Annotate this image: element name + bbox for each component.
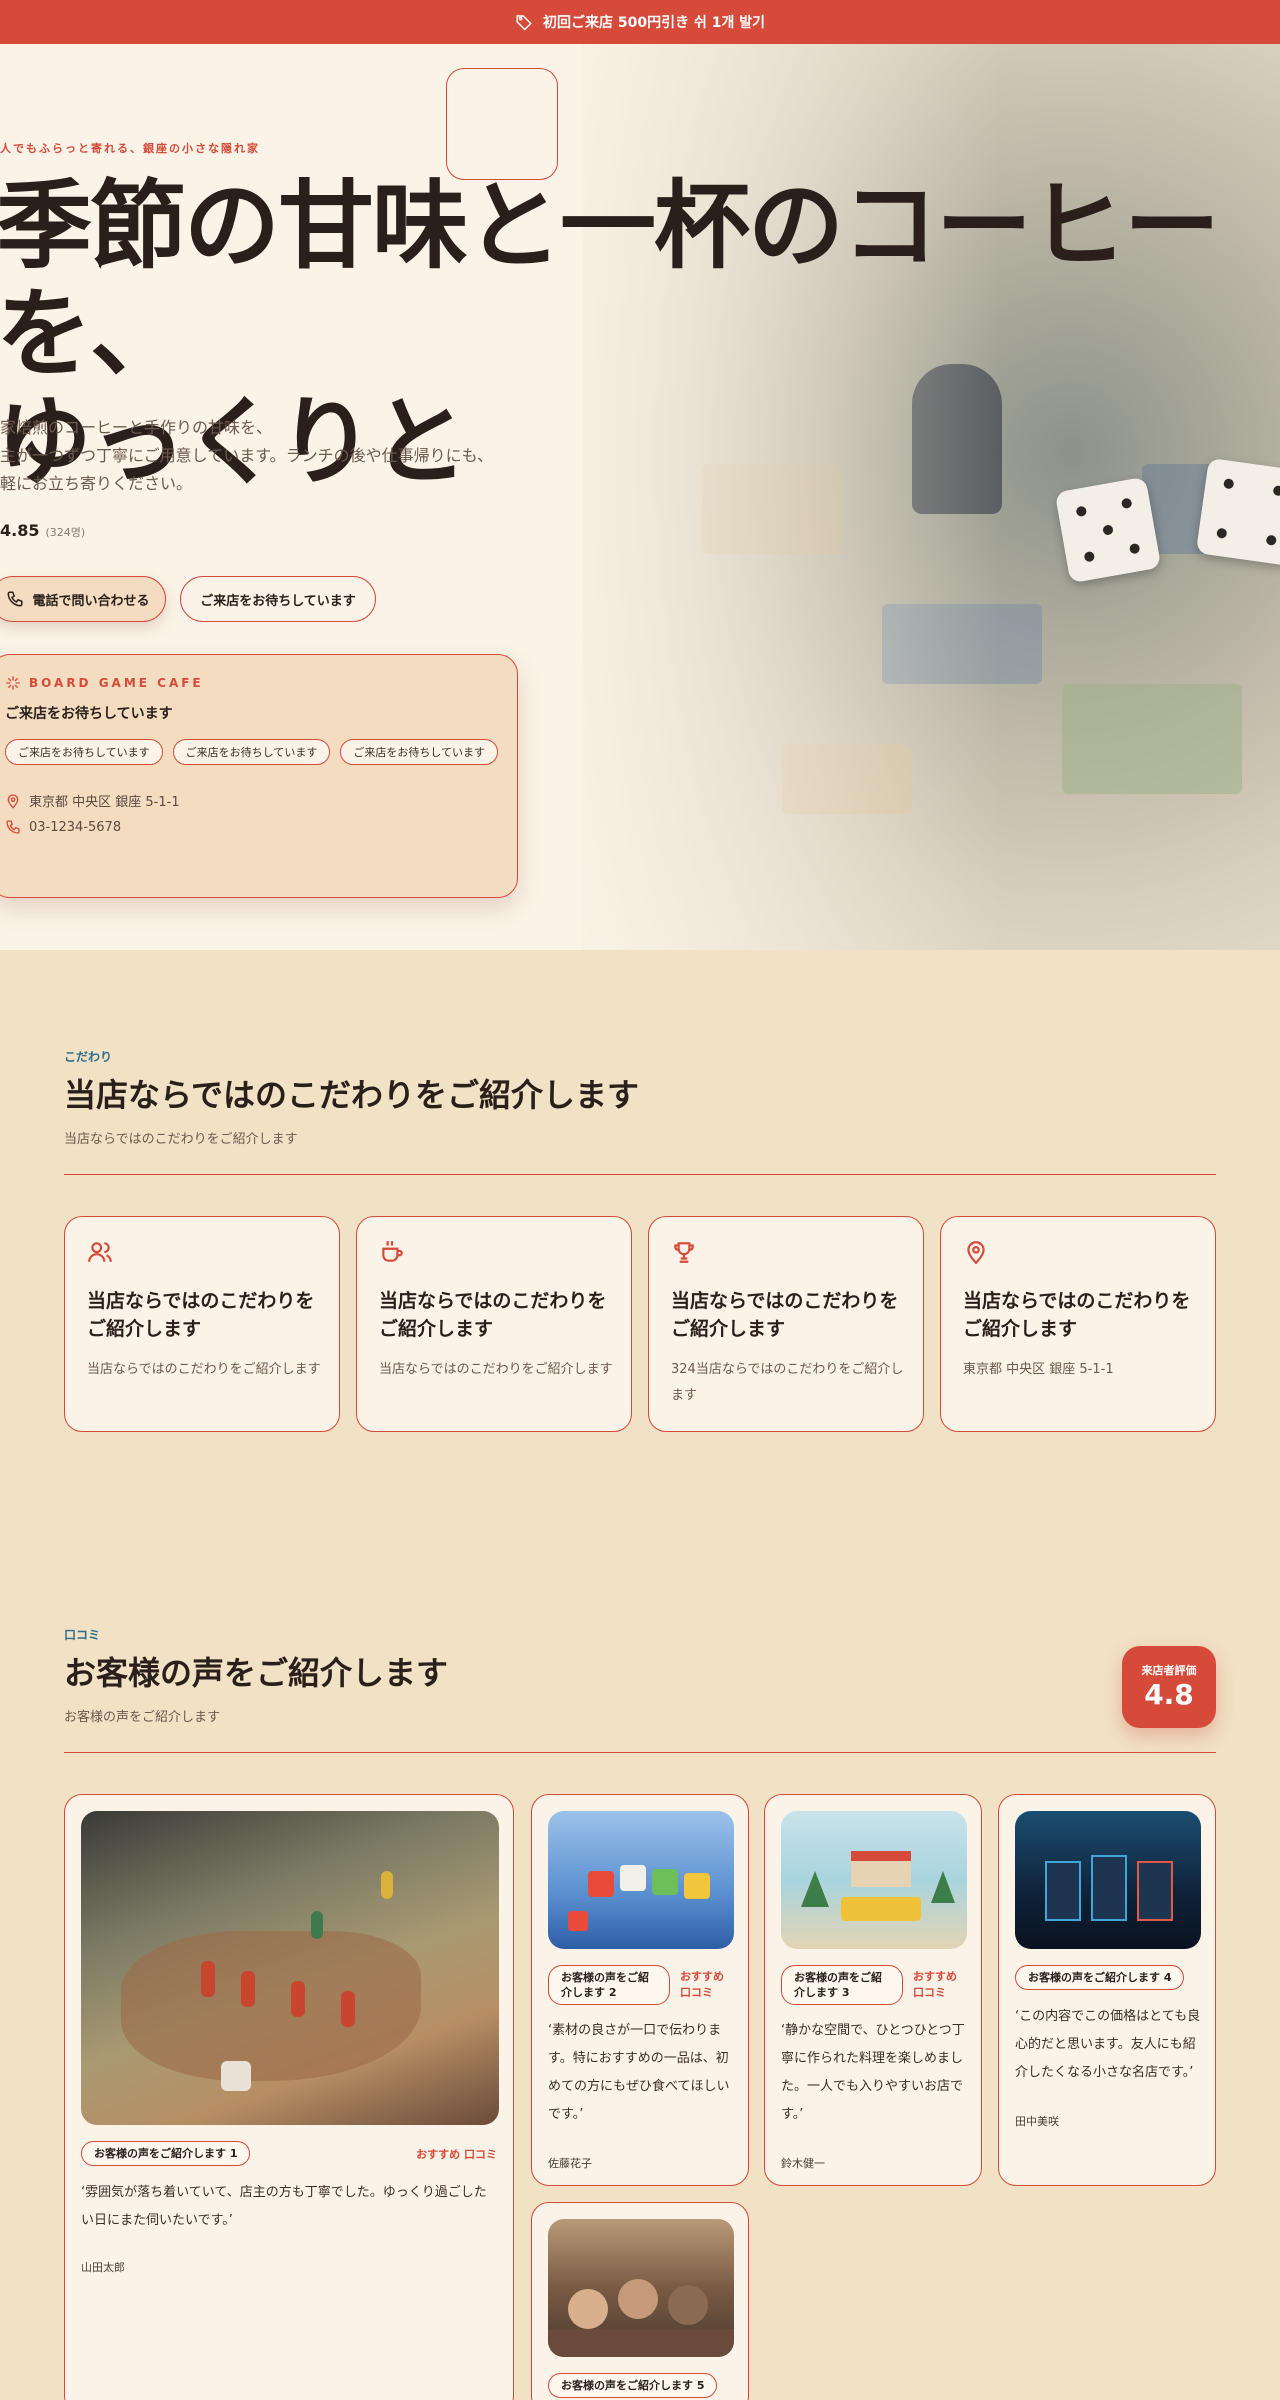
hero-lead-line-3: 軽にお立ち寄りください。 bbox=[0, 474, 193, 493]
hero-section: 人でもふらっと寄れる、銀座の小さな隠れ家 季節の甘味と一杯のコーヒーを、 ゆっく… bbox=[0, 44, 1280, 950]
review-card: お客様の声をご紹介します 1 おすすめ 口コミ ‘雰囲気が落ち着いていて、店主の… bbox=[64, 1794, 514, 2400]
review-quote: ‘雰囲気が落ち着いていて、店主の方も丁寧でした。ゆっくり過ごしたい日にまた伺いた… bbox=[81, 2185, 487, 2228]
address-text: 東京都 中央区 銀座 5-1-1 bbox=[29, 795, 180, 810]
review-card: お客様の声をご紹介します 3 おすすめ 口コミ ‘静かな空間で、ひとつひとつ丁寧… bbox=[764, 1794, 982, 2186]
feature-card: 当店ならではのこだわりをご紹介します 324当店ならではのこだわりをご紹介します bbox=[648, 1216, 924, 1432]
users-icon bbox=[88, 1242, 112, 1262]
promo-text: 初回ご来店 500円引き 쉬 1개 발기 bbox=[543, 15, 765, 31]
hero-eyebrow: 人でもふらっと寄れる、銀座の小さな隠れ家 bbox=[0, 142, 260, 155]
review-quote: ‘静かな空間で、ひとつひとつ丁寧に作られた料理を楽しめました。一人でも入りやすい… bbox=[781, 2023, 965, 2122]
review-author: 佐藤花子 bbox=[548, 2157, 592, 2170]
reviews-title: お客様の声をご紹介します bbox=[64, 1654, 449, 1692]
features-subtitle: 当店ならではのこだわりをご紹介します bbox=[64, 1132, 298, 1147]
hero-headline-line-1: 季節の甘味と一杯のコーヒーを、 bbox=[0, 170, 1220, 390]
feature-title: 当店ならではのこだわりをご紹介します bbox=[379, 1290, 607, 1340]
phone-icon bbox=[7, 591, 23, 607]
coffee-cup-icon bbox=[382, 1241, 403, 1262]
review-tag: お客様の声をご紹介します 3 bbox=[781, 1965, 903, 2005]
decorative-outline-box bbox=[446, 68, 558, 180]
hero-rating: 4.85 (324명) bbox=[0, 521, 85, 540]
review-tag: お客様の声をご紹介します 4 bbox=[1015, 1965, 1185, 1990]
review-photo bbox=[548, 2219, 734, 2357]
rating-value: 4.85 bbox=[0, 521, 40, 540]
feature-desc: 324当店ならではのこだわりをご紹介します bbox=[671, 1362, 904, 1403]
call-button[interactable]: 電話で問い合わせる bbox=[0, 576, 166, 622]
reviews-subtitle: お客様の声をご紹介します bbox=[64, 1710, 221, 1725]
store-info-card: BOARD GAME CAFE ご来店をお待ちしています ご来店をお待ちしていま… bbox=[0, 654, 518, 898]
feature-desc: 当店ならではのこだわりをご紹介します bbox=[379, 1362, 613, 1377]
info-chip[interactable]: ご来店をお待ちしています bbox=[172, 739, 331, 765]
recommend-label: おすすめ 口コミ bbox=[913, 1970, 957, 1999]
rating-count: (324명) bbox=[45, 526, 86, 539]
review-photo bbox=[781, 1811, 967, 1949]
feature-card: 当店ならではのこだわりをご紹介します 東京都 中央区 銀座 5-1-1 bbox=[940, 1216, 1216, 1432]
review-tag: お客様の声をご紹介します 1 bbox=[81, 2141, 251, 2166]
visit-button-label: ご来店をお待ちしています bbox=[200, 593, 356, 609]
map-pin-icon bbox=[7, 793, 19, 809]
reviews-divider bbox=[64, 1752, 1216, 1753]
visitor-score-badge: 来店者評価 4.8 bbox=[1122, 1646, 1216, 1728]
phone-icon bbox=[6, 820, 20, 834]
features-title: 当店ならではのこだわりをご紹介します bbox=[64, 1076, 640, 1114]
feature-title: 当店ならではのこだわりをご紹介します bbox=[963, 1290, 1191, 1340]
tag-icon bbox=[516, 15, 532, 31]
score-label: 来店者評価 bbox=[1141, 1664, 1197, 1677]
hero-lead-line-1: 家焙煎のコーヒーと手作りの甘味を、 bbox=[0, 418, 273, 437]
promo-bar: 初回ご来店 500円引き 쉬 1개 발기 bbox=[0, 0, 1280, 44]
phone-line[interactable]: 03-1234-5678 bbox=[5, 819, 121, 835]
info-chip[interactable]: ご来店をお待ちしています bbox=[5, 739, 163, 765]
review-tag: お客様の声をご紹介します 5 bbox=[548, 2373, 718, 2398]
review-author: 田中美咲 bbox=[1015, 2115, 1059, 2128]
visit-button[interactable]: ご来店をお待ちしています bbox=[180, 576, 376, 622]
feature-card: 当店ならではのこだわりをご紹介します 当店ならではのこだわりをご紹介します bbox=[64, 1216, 340, 1432]
review-quote: ‘素材の良さが一口で伝わります。特におすすめの一品は、初めての方にもぜひ食べてほ… bbox=[548, 2023, 730, 2122]
review-tag: お客様の声をご紹介します 2 bbox=[548, 1965, 670, 2005]
brand-name: BOARD GAME CAFE bbox=[29, 676, 204, 690]
feature-desc: 当店ならではのこだわりをご紹介します bbox=[87, 1362, 321, 1377]
map-pin-icon bbox=[967, 1241, 985, 1265]
reviews-eyebrow: 口コミ bbox=[64, 1628, 101, 1642]
info-card-brand: BOARD GAME CAFE bbox=[5, 675, 204, 691]
review-photo bbox=[1015, 1811, 1201, 1949]
review-author: 山田太郎 bbox=[81, 2261, 125, 2274]
review-author: 鈴木健一 bbox=[781, 2157, 825, 2170]
phone-text: 03-1234-5678 bbox=[29, 819, 122, 835]
review-photo bbox=[81, 1811, 499, 2125]
feature-title: 当店ならではのこだわりをご紹介します bbox=[671, 1290, 899, 1340]
feature-card: 当店ならではのこだわりをご紹介します 当店ならではのこだわりをご紹介します bbox=[356, 1216, 632, 1432]
feature-title: 当店ならではのこだわりをご紹介します bbox=[87, 1290, 315, 1340]
review-photo bbox=[548, 1811, 734, 1949]
call-button-label: 電話で問い合わせる bbox=[32, 593, 150, 609]
info-chip[interactable]: ご来店をお待ちしています bbox=[340, 739, 499, 765]
review-card: お客様の声をご紹介します 2 おすすめ 口コミ ‘素材の良さが一口で伝わります。… bbox=[531, 1794, 749, 2186]
address-line: 東京都 中央区 銀座 5-1-1 bbox=[5, 791, 180, 810]
recommend-label: おすすめ 口コミ bbox=[680, 1970, 724, 1999]
hero-lead-line-2: 主が一つずつ丁寧にご用意しています。ランチの後や仕事帰りにも、 bbox=[0, 446, 494, 465]
review-card: お客様の声をご紹介します 5 bbox=[531, 2202, 749, 2400]
info-card-title: ご来店をお待ちしています bbox=[5, 706, 173, 722]
features-divider bbox=[64, 1174, 1216, 1175]
score-value: 4.8 bbox=[1144, 1678, 1194, 1711]
review-card: お客様の声をご紹介します 4 ‘この内容でこの価格はとても良心的だと思います。友… bbox=[998, 1794, 1216, 2186]
trophy-icon bbox=[674, 1242, 694, 1263]
recommend-label: おすすめ 口コミ bbox=[416, 2148, 497, 2161]
dice-sparkle-icon bbox=[6, 676, 20, 690]
info-card-chips: ご来店をお待ちしています ご来店をお待ちしています ご来店をお待ちしています bbox=[5, 739, 499, 765]
feature-desc: 東京都 中央区 銀座 5-1-1 bbox=[963, 1362, 1114, 1377]
review-quote: ‘この内容でこの価格はとても良心的だと思います。友人にも紹介したくなる小さな名店… bbox=[1015, 2009, 1201, 2080]
hero-lead: 家焙煎のコーヒーと手作りの甘味を、 主が一つずつ丁寧にご用意しています。ランチの… bbox=[0, 414, 560, 498]
features-eyebrow: こだわり bbox=[64, 1050, 113, 1064]
